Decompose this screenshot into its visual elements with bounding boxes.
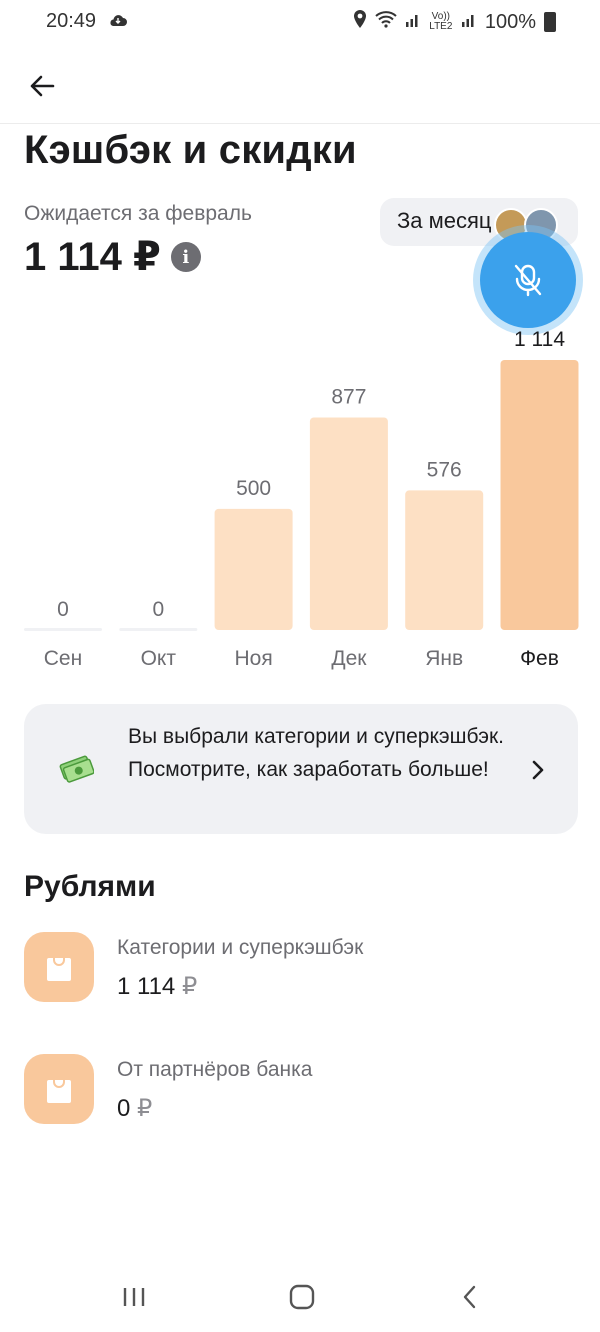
chart-bar-Ноя[interactable] xyxy=(214,508,293,630)
chart-bar-Янв[interactable] xyxy=(405,490,484,630)
chevron-left-icon xyxy=(463,1285,476,1309)
list-item-label: Категории и суперкэшбэк xyxy=(117,936,364,959)
expected-amount: 1 114 ₽ xyxy=(24,235,161,279)
list-item-label: От партнёров банка xyxy=(117,1058,313,1081)
cloud-icon xyxy=(108,11,128,27)
list-item-partners[interactable]: От партнёров банка 0 ₽ xyxy=(24,1054,578,1126)
chart-bar-Фев[interactable] xyxy=(500,360,579,630)
status-icons: Vo)) LTE2 100% xyxy=(353,9,556,35)
home-button[interactable] xyxy=(282,1280,322,1314)
system-nav-bar xyxy=(0,1262,600,1332)
chart-value-label: 500 xyxy=(236,477,271,500)
list-item-categories[interactable]: Категории и суперкэшбэк 1 114 ₽ xyxy=(24,932,578,1004)
expected-label: Ожидается за февраль xyxy=(24,202,252,225)
chart-bar-Сен[interactable] xyxy=(24,628,102,631)
list-item-amount: 0 ₽ xyxy=(117,1094,152,1123)
wifi-icon xyxy=(375,10,397,34)
amount-value: 0 xyxy=(117,1095,131,1122)
chart-value-label: 0 xyxy=(152,598,164,621)
chart-category-label[interactable]: Окт xyxy=(141,647,177,670)
top-bar xyxy=(0,52,600,124)
chart-value-label: 1 114 xyxy=(514,328,565,351)
signal-icon xyxy=(405,10,421,34)
battery-icon xyxy=(544,12,556,32)
chart-value-label: 576 xyxy=(427,458,462,481)
chart-category-label[interactable]: Сен xyxy=(44,647,82,670)
chart-category-label[interactable]: Янв xyxy=(425,647,463,670)
chevron-right-icon xyxy=(528,758,548,782)
chart-bar-Дек[interactable] xyxy=(309,417,388,630)
currency-symbol: ₽ xyxy=(137,1095,153,1122)
arrow-left-icon xyxy=(30,75,55,97)
screen: 20:49 Vo)) LTE2 100% Кэшбэк и скидки Ожи… xyxy=(0,0,600,1332)
money-icon xyxy=(58,754,95,784)
mic-off-icon xyxy=(514,264,542,297)
back-button[interactable] xyxy=(22,66,62,106)
lte-label: Vo)) LTE2 xyxy=(429,11,453,32)
chart-category-label[interactable]: Фев xyxy=(520,647,559,670)
recent-apps-icon xyxy=(123,1288,145,1306)
chart-category-label[interactable]: Ноя xyxy=(234,647,272,670)
promo-banner[interactable]: Вы выбрали категории и суперкэшбэк. Посм… xyxy=(24,704,578,834)
battery-percent: 100% xyxy=(484,10,536,33)
info-icon[interactable]: i xyxy=(170,242,201,272)
currency-symbol: ₽ xyxy=(181,973,198,1000)
chart-value-label: 0 xyxy=(57,598,69,621)
status-time: 20:49 xyxy=(46,10,97,32)
bar-chart: 0 Сен 0 Окт 500 Ноя 877 Дек 576 Янв 1 114 Фев xyxy=(24,328,579,670)
chart-value-label: 877 xyxy=(331,385,366,408)
expected-amount-row: 1 114 ₽ i xyxy=(24,234,201,280)
back-nav-button[interactable] xyxy=(450,1280,490,1314)
chart-bar-Окт[interactable] xyxy=(119,628,198,631)
recent-apps-button[interactable] xyxy=(114,1280,154,1314)
page-title: Кэшбэк и скидки xyxy=(24,128,357,172)
status-bar: 20:49 Vo)) LTE2 100% xyxy=(0,0,600,44)
section-title: Рублями xyxy=(24,870,156,903)
shopping-bag-icon xyxy=(24,1054,94,1124)
cashback-chart: 0 Сен 0 Окт 500 Ноя 877 Дек 576 Янв 1 114 Фев xyxy=(0,300,600,680)
shopping-bag-icon xyxy=(24,932,94,1002)
signal-icon-2 xyxy=(461,10,477,34)
chart-category-label[interactable]: Дек xyxy=(331,647,367,670)
amount-value: 1 114 xyxy=(117,973,176,1000)
location-icon xyxy=(353,9,367,35)
promo-text: Вы выбрали категории и суперкэшбэк. Посм… xyxy=(128,725,504,781)
list-item-amount: 1 114 ₽ xyxy=(117,972,197,1001)
home-icon xyxy=(289,1284,315,1310)
